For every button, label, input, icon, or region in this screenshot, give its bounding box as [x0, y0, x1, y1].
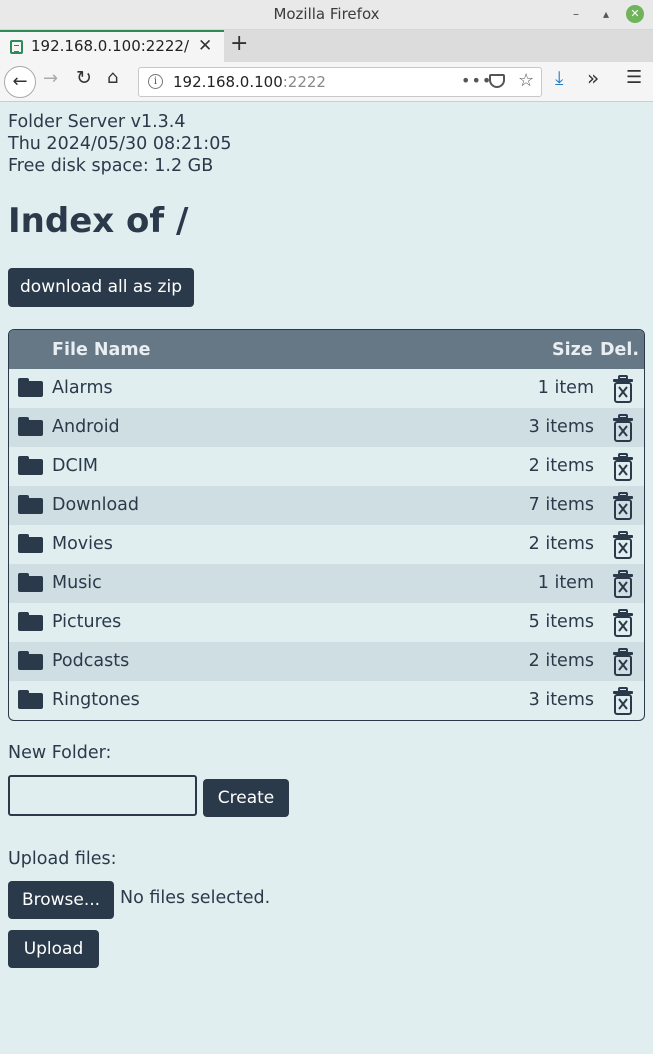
file-size: 1 item — [537, 573, 594, 593]
folder-icon — [18, 612, 43, 631]
trash-icon[interactable] — [612, 609, 634, 637]
forward-button[interactable]: → — [43, 68, 58, 89]
url-text[interactable]: 192.168.0.100:2222 — [173, 73, 326, 91]
trash-icon[interactable] — [612, 570, 634, 598]
favicon-icon — [10, 40, 23, 54]
table-header: File Name Size Del. — [9, 330, 644, 369]
browse-button[interactable]: Browse... — [8, 881, 114, 919]
hamburger-menu-icon[interactable]: ☰ — [626, 67, 642, 88]
table-row: Podcasts 2 items — [9, 642, 644, 681]
new-folder-input[interactable] — [8, 775, 197, 816]
table-row: Movies 2 items — [9, 525, 644, 564]
new-folder-label: New Folder: — [8, 743, 112, 763]
new-tab-icon[interactable]: + — [230, 31, 248, 56]
page-actions-icon[interactable]: ••• — [461, 71, 492, 90]
server-version: Folder Server v1.3.4 — [8, 112, 186, 132]
nav-bar: ← → ↻ ⌂ i 192.168.0.100:2222 ••• ☆ ⤓ » ☰ — [0, 62, 653, 102]
file-name-link[interactable]: DCIM — [52, 456, 98, 476]
server-datetime: Thu 2024/05/30 08:21:05 — [8, 134, 232, 154]
downloads-icon[interactable]: ⤓ — [555, 67, 563, 89]
file-name-link[interactable]: Music — [52, 573, 102, 593]
file-name-link[interactable]: Alarms — [52, 378, 113, 398]
file-selection-status: No files selected. — [120, 888, 271, 908]
file-name-link[interactable]: Podcasts — [52, 651, 129, 671]
home-button[interactable]: ⌂ — [107, 67, 118, 88]
folder-icon — [18, 417, 43, 436]
header-size[interactable]: Size — [552, 340, 593, 360]
tab-close-icon[interactable]: ✕ — [198, 36, 212, 56]
reload-button[interactable]: ↻ — [76, 67, 92, 89]
tab-bar: 192.168.0.100:2222/ ✕ + — [0, 30, 653, 62]
folder-icon — [18, 378, 43, 397]
folder-icon — [18, 495, 43, 514]
upload-button[interactable]: Upload — [8, 930, 99, 968]
window-titlebar: Mozilla Firefox – ▴ ✕ — [0, 0, 653, 30]
pocket-icon[interactable] — [489, 74, 505, 88]
trash-icon[interactable] — [612, 648, 634, 676]
minimize-icon[interactable]: – — [567, 5, 585, 23]
trash-icon[interactable] — [612, 375, 634, 403]
folder-icon — [18, 534, 43, 553]
maximize-icon[interactable]: ▴ — [597, 5, 615, 23]
file-size: 1 item — [537, 378, 594, 398]
folder-icon — [18, 651, 43, 670]
tab-active[interactable]: 192.168.0.100:2222/ ✕ — [0, 30, 224, 62]
table-row: Android 3 items — [9, 408, 644, 447]
url-host: 192.168.0.100 — [173, 73, 283, 91]
download-zip-button[interactable]: download all as zip — [8, 268, 194, 307]
file-name-link[interactable]: Ringtones — [52, 690, 140, 710]
folder-icon — [18, 456, 43, 475]
page-title: Index of / — [8, 201, 189, 241]
tab-title: 192.168.0.100:2222/ — [31, 37, 190, 55]
url-port: :2222 — [282, 73, 326, 91]
table-row: Download 7 items — [9, 486, 644, 525]
file-size: 2 items — [528, 651, 594, 671]
window-title: Mozilla Firefox — [273, 5, 380, 23]
table-row: Ringtones 3 items — [9, 681, 644, 720]
file-table: File Name Size Del. Alarms 1 item Android 3… — [8, 329, 645, 721]
file-size: 2 items — [528, 534, 594, 554]
trash-icon[interactable] — [612, 492, 634, 520]
file-size: 7 items — [528, 495, 594, 515]
header-del: Del. — [600, 340, 640, 360]
url-bar[interactable]: i 192.168.0.100:2222 ••• ☆ — [138, 67, 542, 97]
bookmark-star-icon[interactable]: ☆ — [518, 70, 534, 91]
page-content: Folder Server v1.3.4 Thu 2024/05/30 08:2… — [0, 103, 653, 1054]
back-button[interactable]: ← — [4, 66, 36, 98]
trash-icon[interactable] — [612, 687, 634, 715]
table-row: Music 1 item — [9, 564, 644, 603]
server-info: Folder Server v1.3.4 Thu 2024/05/30 08:2… — [8, 111, 231, 177]
header-file-name[interactable]: File Name — [52, 340, 150, 360]
trash-icon[interactable] — [612, 453, 634, 481]
free-disk-space: Free disk space: 1.2 GB — [8, 156, 214, 176]
overflow-icon[interactable]: » — [587, 66, 599, 90]
upload-files-label: Upload files: — [8, 849, 117, 869]
file-size: 2 items — [528, 456, 594, 476]
folder-icon — [18, 690, 43, 709]
file-size: 5 items — [528, 612, 594, 632]
file-name-link[interactable]: Android — [52, 417, 120, 437]
info-icon[interactable]: i — [148, 74, 163, 89]
file-size: 3 items — [528, 690, 594, 710]
file-size: 3 items — [528, 417, 594, 437]
file-name-link[interactable]: Pictures — [52, 612, 121, 632]
file-name-link[interactable]: Download — [52, 495, 139, 515]
close-window-icon[interactable]: ✕ — [626, 5, 644, 23]
trash-icon[interactable] — [612, 414, 634, 442]
table-row: DCIM 2 items — [9, 447, 644, 486]
file-name-link[interactable]: Movies — [52, 534, 113, 554]
trash-icon[interactable] — [612, 531, 634, 559]
table-row: Pictures 5 items — [9, 603, 644, 642]
folder-icon — [18, 573, 43, 592]
table-row: Alarms 1 item — [9, 369, 644, 408]
create-button[interactable]: Create — [203, 779, 289, 817]
